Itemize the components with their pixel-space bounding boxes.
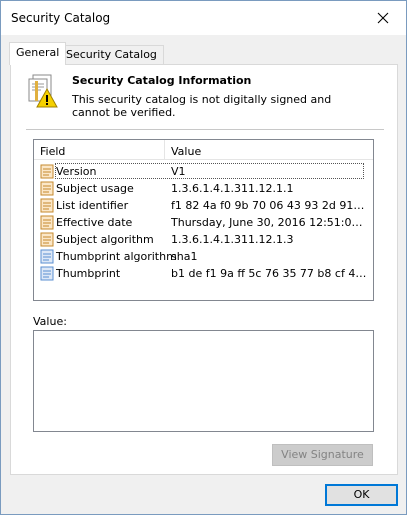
list-row-subject-usage[interactable]: Subject usage 1.3.6.1.4.1.311.12.1.1: [34, 180, 373, 197]
close-button[interactable]: [360, 1, 406, 35]
field-value: b1 de f1 9a ff 5c 76 35 77 b8 cf 4e 9...: [171, 267, 367, 280]
title-bar[interactable]: Security Catalog: [1, 1, 406, 35]
field-name: List identifier: [56, 199, 129, 212]
info-description: This security catalog is not digitally s…: [72, 93, 332, 119]
view-signature-button[interactable]: View Signature: [272, 444, 373, 466]
property-icon: [40, 266, 54, 281]
field-name: Thumbprint: [56, 267, 121, 280]
field-icon: [40, 215, 54, 230]
value-textbox[interactable]: [33, 330, 374, 432]
list-row-thumbprint[interactable]: Thumbprint b1 de f1 9a ff 5c 76 35 77 b8…: [34, 265, 373, 282]
list-row-version[interactable]: Version V1: [34, 163, 373, 180]
list-header: Field Value: [34, 140, 373, 160]
field-value: Thursday, June 30, 2016 12:51:08 PM: [171, 216, 367, 229]
column-header-field[interactable]: Field: [40, 145, 65, 158]
field-name: Thumbprint algorithm: [56, 250, 177, 263]
field-icon: [40, 181, 54, 196]
field-icon: [40, 232, 54, 247]
ok-button[interactable]: OK: [325, 484, 398, 506]
tab-general[interactable]: General: [9, 42, 67, 65]
catalog-warning-icon: [28, 74, 58, 108]
column-header-value[interactable]: Value: [171, 145, 201, 158]
field-value: 1.3.6.1.4.1.311.12.1.1: [171, 182, 294, 195]
security-catalog-dialog: Security Catalog General Security Catalo…: [0, 0, 407, 515]
field-name: Effective date: [56, 216, 133, 229]
field-icon: [40, 198, 54, 213]
field-icon: [40, 164, 54, 179]
list-row-subject-algorithm[interactable]: Subject algorithm 1.3.6.1.4.1.311.12.1.3: [34, 231, 373, 248]
field-value: V1: [171, 165, 186, 178]
field-name: Version: [56, 165, 97, 178]
list-row-effective-date[interactable]: Effective date Thursday, June 30, 2016 1…: [34, 214, 373, 231]
list-row-list-identifier[interactable]: List identifier f1 82 4a f0 9b 70 06 43 …: [34, 197, 373, 214]
property-icon: [40, 249, 54, 264]
field-value: f1 82 4a f0 9b 70 06 43 93 2d 91 b8 ...: [171, 199, 367, 212]
field-name: Subject usage: [56, 182, 134, 195]
field-name: Subject algorithm: [56, 233, 154, 246]
tab-security-catalog[interactable]: Security Catalog: [59, 45, 164, 64]
divider: [26, 129, 384, 130]
info-heading: Security Catalog Information: [72, 74, 252, 87]
list-row-thumbprint-algorithm[interactable]: Thumbprint algorithm sha1: [34, 248, 373, 265]
close-icon: [377, 12, 389, 24]
field-list[interactable]: Field Value Version V1 Subject usage 1.3…: [33, 139, 374, 301]
value-label: Value:: [33, 315, 67, 328]
column-separator[interactable]: [164, 140, 165, 159]
window-title: Security Catalog: [11, 11, 111, 25]
field-value: sha1: [171, 250, 198, 263]
field-value: 1.3.6.1.4.1.311.12.1.3: [171, 233, 294, 246]
